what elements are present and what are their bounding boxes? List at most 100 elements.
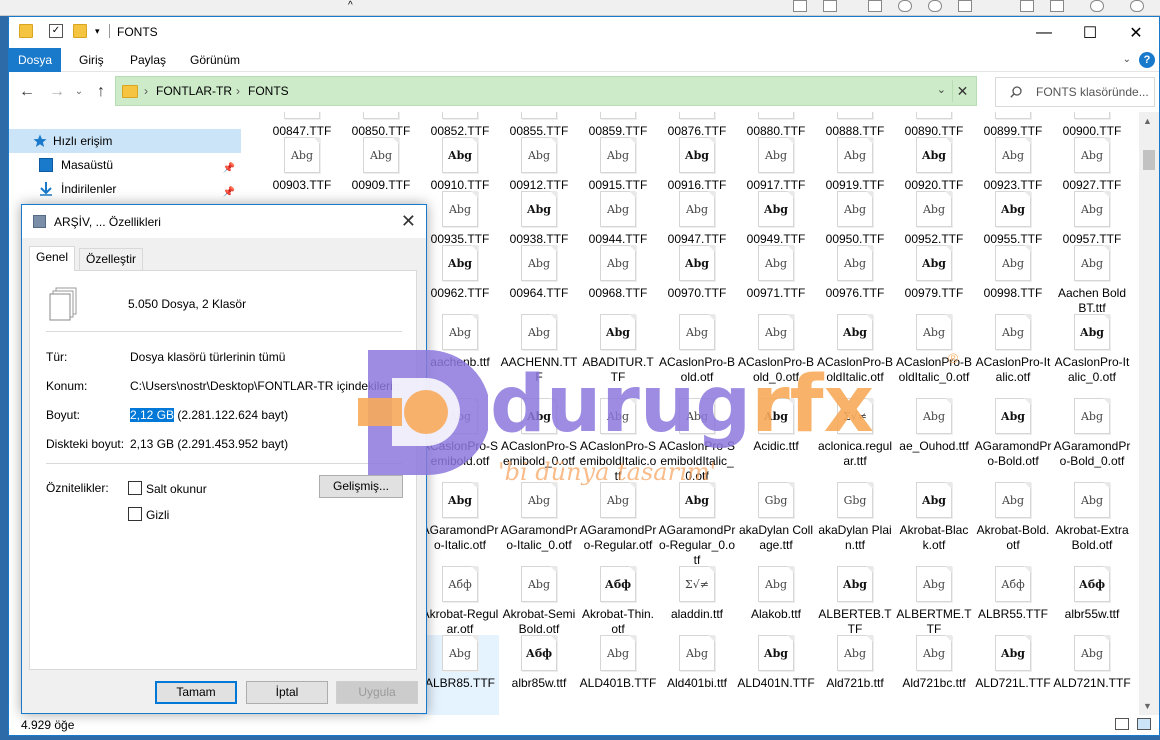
cancel-button[interactable]: İptal xyxy=(246,681,328,704)
file-item[interactable]: Abg AGaramondPro-Bold_0.otf xyxy=(1053,398,1131,478)
file-item[interactable]: Abg AGaramondPro-Bold.otf xyxy=(974,398,1052,478)
customize-toolbar-icon[interactable]: ▾ xyxy=(95,24,109,38)
scroll-up-icon[interactable]: ▲ xyxy=(1143,116,1152,126)
file-item[interactable]: Abg ACaslonPro-SemiboldItalic.otf xyxy=(579,398,657,483)
file-item[interactable]: Abg 00964.TTF xyxy=(500,245,578,325)
file-item[interactable]: Σ√≠ aclonica.regular.ttf xyxy=(816,398,894,478)
file-item[interactable]: Abg ae_Ouhod.ttf xyxy=(895,398,973,478)
tab-ozellestir[interactable]: Özelleştir xyxy=(79,248,144,270)
file-item[interactable]: Abg ACaslonPro-SemiboldItalic_0.otf xyxy=(658,398,736,483)
ok-button[interactable]: Tamam xyxy=(155,681,237,704)
tab-genel[interactable]: Genel xyxy=(29,246,76,271)
file-item[interactable]: Abg 00998.TTF xyxy=(974,245,1052,325)
file-item[interactable]: Abg ACaslonPro-BoldItalic.otf xyxy=(816,314,894,394)
file-item[interactable]: Abg AACHENN.TTF xyxy=(500,314,578,394)
file-name: ALD721L.TTF xyxy=(975,676,1051,690)
file-item[interactable]: Abg ACaslonPro-Italic_0.otf xyxy=(1053,314,1131,394)
file-item[interactable]: Abg ACaslonPro-BoldItalic_0.otf xyxy=(895,314,973,394)
file-item[interactable]: Абф albr55w.ttf xyxy=(1053,566,1131,646)
file-item[interactable]: Abg Akrobat-SemiBold.otf xyxy=(500,566,578,646)
file-item[interactable]: Abg Aachen Bold BT.ttf xyxy=(1053,245,1131,325)
file-item[interactable]: Abg Akrobat-Black.otf xyxy=(895,482,973,562)
readonly-checkbox[interactable] xyxy=(128,481,142,495)
file-item[interactable]: Abg 00976.TTF xyxy=(816,245,894,325)
tab-dosya[interactable]: Dosya xyxy=(9,48,61,72)
breadcrumb-fontlar-tr[interactable]: FONTLAR-TR xyxy=(156,84,232,98)
maximize-button[interactable]: ☐ xyxy=(1067,17,1113,48)
file-item[interactable]: Abg ALBR85.TTF xyxy=(421,635,499,715)
file-item[interactable]: Abg ALD721L.TTF xyxy=(974,635,1052,715)
file-item[interactable]: Abg 00970.TTF xyxy=(658,245,736,325)
file-item[interactable]: Abg ACaslonPro-Semibold_0.otf xyxy=(500,398,578,478)
file-item[interactable]: Abg 00971.TTF xyxy=(737,245,815,325)
expand-ribbon-icon[interactable]: ⌄ xyxy=(1123,54,1131,65)
download-icon xyxy=(40,182,52,196)
new-folder-icon[interactable] xyxy=(73,24,87,38)
clear-address-icon[interactable]: ✕ xyxy=(952,80,972,102)
file-item[interactable]: Abg Ald721bc.ttf xyxy=(895,635,973,715)
dialog-close-button[interactable]: ✕ xyxy=(401,211,416,232)
file-item[interactable]: Abg AGaramondPro-Italic_0.otf xyxy=(500,482,578,562)
file-item[interactable]: Абф albr85w.ttf xyxy=(500,635,578,715)
up-arrow-icon[interactable]: ↑ xyxy=(91,82,111,102)
file-item[interactable]: Abg ACaslonPro-Bold_0.otf xyxy=(737,314,815,394)
apply-button[interactable]: Uygula xyxy=(336,681,418,704)
chevron-down-icon[interactable]: ⌄ xyxy=(937,83,946,96)
file-item[interactable]: Abg 00968.TTF xyxy=(579,245,657,325)
pin-icon[interactable]: 📌 xyxy=(223,181,235,205)
file-item[interactable]: Abg Akrobat-Bold.otf xyxy=(974,482,1052,562)
ribbon-tabs: Dosya Giriş Paylaş Görünüm ⌄ ? xyxy=(9,48,1159,72)
file-item[interactable]: Abg Ald721b.ttf xyxy=(816,635,894,715)
search-box[interactable]: FONTS klasöründe... xyxy=(995,77,1155,107)
file-item[interactable]: Abg ACaslonPro-Semibold.otf xyxy=(421,398,499,478)
file-item[interactable]: Абф Akrobat-Thin.otf xyxy=(579,566,657,646)
file-item[interactable]: Abg Alakob.ttf xyxy=(737,566,815,646)
file-item[interactable]: Abg ALBERTEB.TTF xyxy=(816,566,894,646)
tab-gorunum[interactable]: Görünüm xyxy=(180,48,250,72)
file-item[interactable]: Абф ALBR55.TTF xyxy=(974,566,1052,646)
tab-paylas[interactable]: Paylaş xyxy=(120,48,176,72)
file-item[interactable]: Abg ACaslonPro-Italic.otf xyxy=(974,314,1052,394)
address-bar[interactable]: › FONTLAR-TR › FONTS ⌄ ✕ xyxy=(115,76,977,106)
file-item[interactable]: Abg ALD721N.TTF xyxy=(1053,635,1131,715)
file-item[interactable]: Abg ACaslonPro-Bold.otf xyxy=(658,314,736,394)
file-item[interactable]: Abg ABADITUR.TTF xyxy=(579,314,657,394)
forward-arrow-icon[interactable]: → xyxy=(47,82,67,102)
recent-locations-icon[interactable]: ⌄ xyxy=(69,82,89,102)
advanced-button[interactable]: Gelişmiş... xyxy=(319,475,403,498)
scrollbar-thumb[interactable] xyxy=(1143,150,1155,170)
properties-check-icon[interactable]: ✓ xyxy=(49,24,63,38)
file-item[interactable]: Abg AGaramondPro-Regular_0.otf xyxy=(658,482,736,567)
close-button[interactable]: ✕ xyxy=(1113,17,1159,48)
file-item[interactable]: Abg Ald401bi.ttf xyxy=(658,635,736,715)
search-input[interactable]: FONTS klasöründe... xyxy=(1036,85,1149,99)
hidden-checkbox[interactable] xyxy=(128,507,142,521)
file-item[interactable]: Abg Acidic.ttf xyxy=(737,398,815,478)
file-item[interactable]: Abg ALD401N.TTF xyxy=(737,635,815,715)
file-item[interactable]: Gbg akaDylan Collage.ttf xyxy=(737,482,815,562)
file-item[interactable]: Abg 00979.TTF xyxy=(895,245,973,325)
nav-item-desktop[interactable]: Masaüstü 📌 xyxy=(9,153,241,177)
file-item[interactable]: Abg 00962.TTF xyxy=(421,245,499,325)
vertical-scrollbar[interactable]: ▲ ▼ xyxy=(1139,112,1159,717)
nav-item-downloads[interactable]: İndirilenler 📌 xyxy=(9,177,241,201)
file-item[interactable]: Gbg akaDylan Plain.ttf xyxy=(816,482,894,562)
nav-item-quick-access[interactable]: Hızlı erişim xyxy=(9,129,241,153)
large-icons-view-icon[interactable] xyxy=(1137,718,1151,730)
file-item[interactable]: Abg AGaramondPro-Regular.otf xyxy=(579,482,657,562)
scroll-down-icon[interactable]: ▼ xyxy=(1143,701,1152,711)
tab-giris[interactable]: Giriş xyxy=(69,48,114,72)
file-item[interactable]: Abg ALBERTME.TTF xyxy=(895,566,973,646)
help-button[interactable]: ? xyxy=(1139,52,1155,68)
file-item[interactable]: Abg Akrobat-ExtraBold.otf xyxy=(1053,482,1131,562)
breadcrumb-fonts[interactable]: FONTS xyxy=(248,84,289,98)
file-item[interactable]: Абф Akrobat-Regular.otf xyxy=(421,566,499,646)
details-view-icon[interactable] xyxy=(1115,718,1129,730)
file-item[interactable]: Abg ALD401B.TTF xyxy=(579,635,657,715)
file-item[interactable]: Abg AGaramondPro-Italic.otf xyxy=(421,482,499,562)
minimize-button[interactable]: — xyxy=(1021,17,1067,48)
file-item[interactable]: Abg aachenb.ttf xyxy=(421,314,499,394)
back-arrow-icon[interactable]: ← xyxy=(17,82,37,102)
file-item[interactable]: Σ√≠ aladdin.ttf xyxy=(658,566,736,646)
redo-icon xyxy=(1130,0,1144,12)
